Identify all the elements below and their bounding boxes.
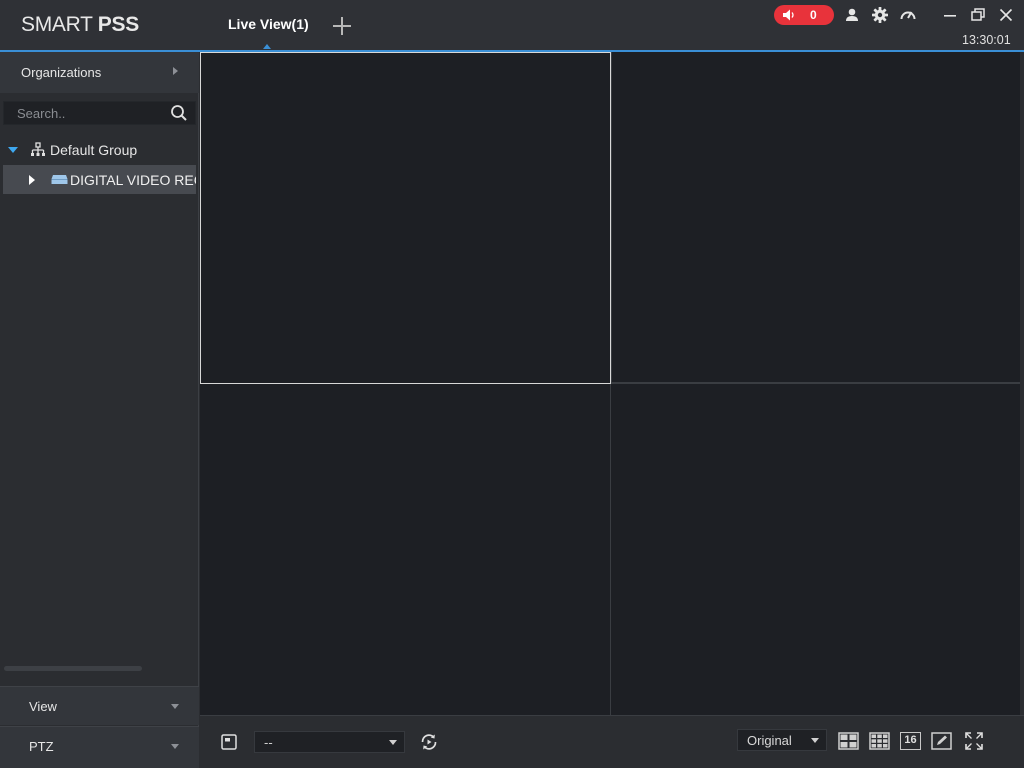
smart-pss-window: SMART PSS Live View(1) 0 13:30:01 Organi… — [0, 0, 1024, 768]
view-select[interactable]: -- — [254, 731, 405, 753]
chevron-down-icon — [811, 738, 819, 743]
minimize-icon[interactable] — [941, 6, 959, 24]
fullscreen-icon[interactable] — [964, 731, 984, 751]
stream-select-value: Original — [747, 733, 792, 748]
search-box — [3, 101, 196, 125]
expand-caret-icon[interactable] — [8, 147, 18, 153]
edit-layout-icon[interactable] — [931, 732, 952, 750]
stream-select[interactable]: Original — [737, 729, 827, 751]
chevron-down-icon — [171, 744, 179, 749]
org-tree-icon — [31, 142, 45, 156]
active-tab-indicator — [263, 44, 271, 49]
sidebar: Organizations Default Group — [0, 52, 199, 768]
user-icon[interactable] — [843, 6, 861, 24]
search-icon[interactable] — [170, 104, 188, 122]
sequence-icon[interactable] — [419, 732, 439, 752]
dvr-icon — [51, 175, 68, 184]
view-panel-header[interactable]: View — [0, 686, 199, 725]
chevron-down-icon — [171, 704, 179, 709]
title-bar: SMART PSS Live View(1) 0 13:30:01 — [0, 0, 1024, 52]
organizations-header[interactable]: Organizations — [0, 52, 199, 93]
tab-live-view[interactable]: Live View(1) — [212, 0, 322, 50]
save-view-icon[interactable] — [220, 733, 238, 751]
tab-live-view-label: Live View(1) — [228, 16, 309, 32]
search-input[interactable] — [4, 102, 164, 124]
expand-caret-icon[interactable] — [29, 175, 35, 185]
live-view-toolbar: -- Original 16 — [200, 715, 1024, 768]
alarm-count: 0 — [810, 8, 817, 22]
ptz-panel-label: PTZ — [29, 739, 54, 754]
view-panel-label: View — [29, 699, 57, 714]
gear-icon[interactable] — [871, 6, 889, 24]
video-window-4[interactable] — [611, 383, 1020, 715]
speaker-icon — [783, 9, 794, 21]
clock: 13:30:01 — [962, 33, 1011, 47]
logo-text-light: SMART — [21, 13, 98, 36]
organizations-label: Organizations — [21, 65, 102, 80]
ptz-panel-header[interactable]: PTZ — [0, 726, 199, 768]
restore-icon[interactable] — [969, 6, 987, 24]
layout-16-icon[interactable]: 16 — [900, 732, 921, 750]
logo-text-bold: PSS — [97, 13, 139, 36]
horizontal-scrollbar[interactable] — [4, 666, 142, 671]
app-logo: SMART PSS — [21, 13, 139, 37]
tree-item-dvr[interactable]: DIGITAL VIDEO RECORDER — [3, 165, 196, 194]
video-window-2[interactable] — [611, 52, 1020, 383]
alarm-button[interactable]: 0 — [774, 5, 834, 25]
video-window-3[interactable] — [200, 384, 611, 715]
layout-4-icon[interactable] — [838, 732, 859, 750]
tree-item-label: Default Group — [50, 142, 138, 158]
tree-item-label: DIGITAL VIDEO RECORDER — [70, 172, 196, 188]
video-grid — [200, 52, 1020, 715]
view-select-value: -- — [264, 735, 273, 750]
add-tab-button[interactable] — [330, 14, 354, 38]
layout-9-icon[interactable] — [869, 732, 890, 750]
chevron-right-icon — [173, 67, 178, 75]
close-icon[interactable] — [997, 6, 1015, 24]
chevron-down-icon — [389, 740, 397, 745]
gauge-icon[interactable] — [899, 6, 917, 24]
tree-item-default-group[interactable]: Default Group — [0, 138, 199, 162]
video-window-1[interactable] — [200, 52, 611, 384]
